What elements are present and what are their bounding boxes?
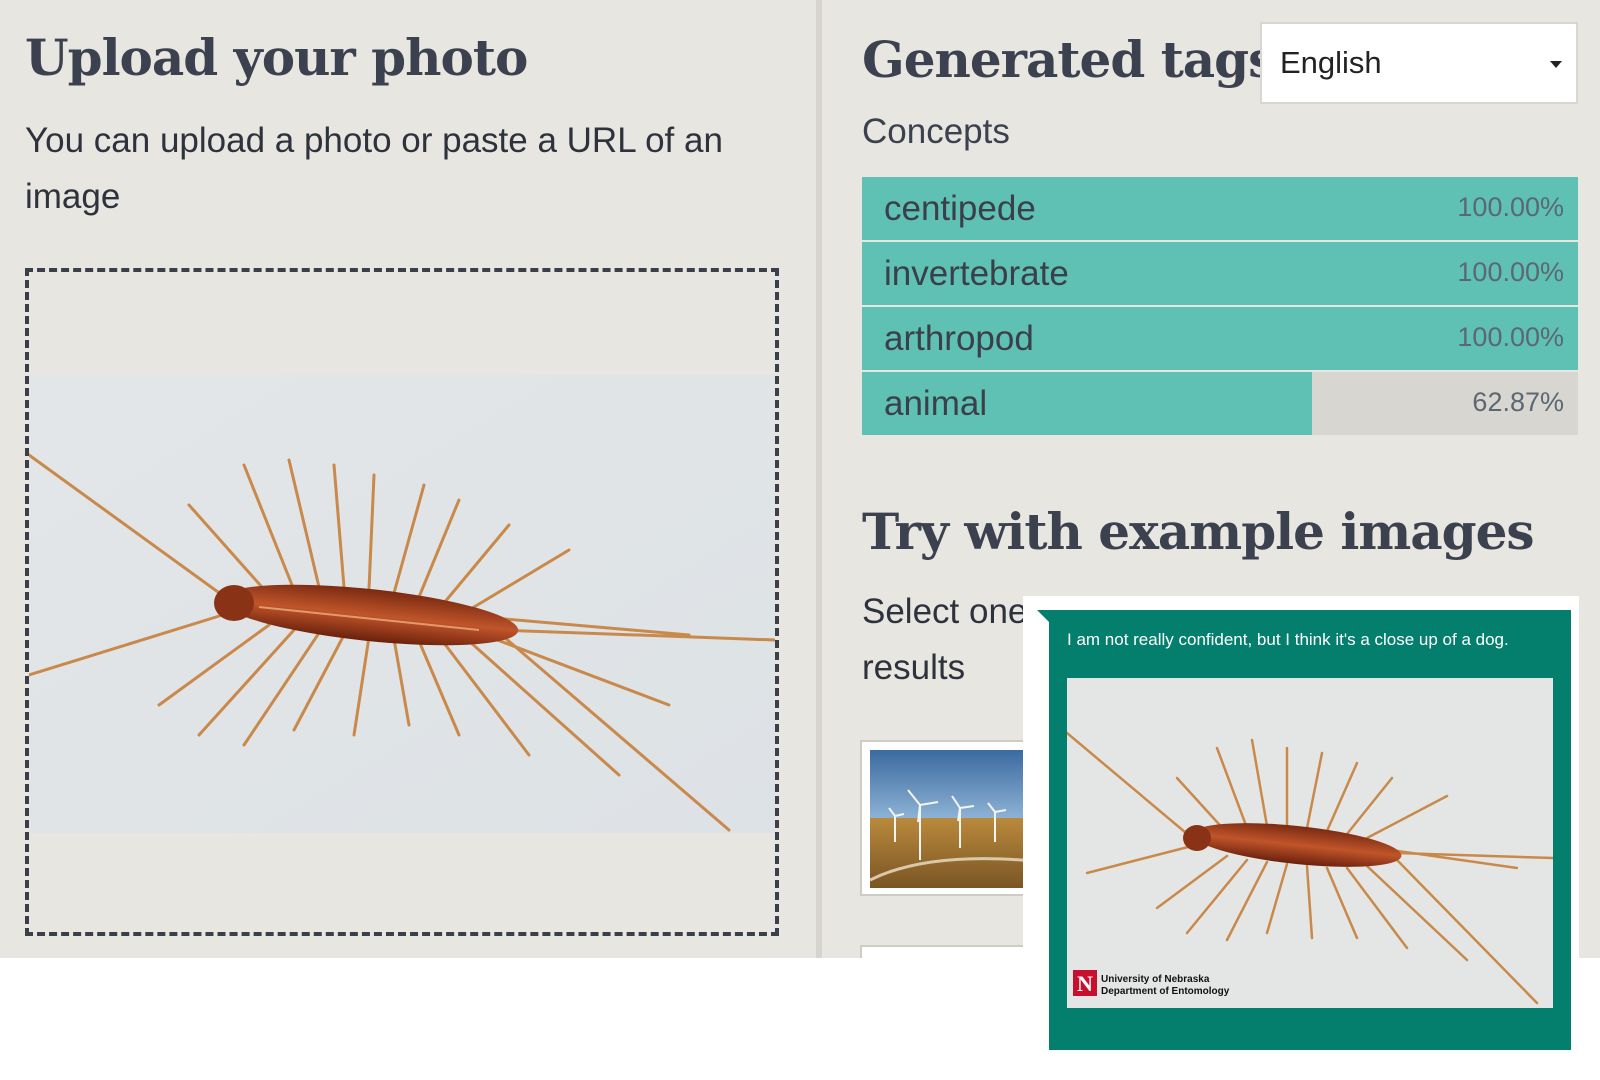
svg-text:N: N bbox=[1077, 971, 1093, 996]
concept-name: centipede bbox=[884, 189, 1036, 228]
upload-title: Upload your photo bbox=[25, 28, 528, 87]
concept-row: arthropod 100.00% bbox=[862, 307, 1578, 370]
concept-name: animal bbox=[884, 384, 988, 423]
example-image-wind-turbines[interactable] bbox=[860, 740, 1050, 896]
logo-line-2: Department of Entomology bbox=[1101, 986, 1230, 997]
uploaded-centipede-image bbox=[29, 375, 775, 833]
caption-centipede-image: N University of Nebraska Department of E… bbox=[1067, 678, 1553, 1008]
concept-list: centipede 100.00% invertebrate 100.00% a… bbox=[862, 177, 1578, 437]
concept-score: 100.00% bbox=[1457, 257, 1564, 287]
concept-score: 100.00% bbox=[1457, 322, 1564, 352]
concept-row: invertebrate 100.00% bbox=[862, 242, 1578, 305]
column-divider bbox=[816, 0, 822, 958]
concept-score: 100.00% bbox=[1457, 192, 1564, 222]
generated-tags-title: Generated tags bbox=[862, 30, 1276, 89]
concept-name: arthropod bbox=[884, 319, 1034, 358]
concept-row: centipede 100.00% bbox=[862, 177, 1578, 240]
wind-turbines-thumbnail bbox=[870, 750, 1044, 888]
example-image-2[interactable] bbox=[860, 945, 1050, 958]
concepts-label: Concepts bbox=[862, 112, 1010, 151]
caption-panel: I am not really confident, but I think i… bbox=[1049, 610, 1571, 1050]
concept-row: animal 62.87% bbox=[862, 372, 1578, 435]
examples-title: Try with example images bbox=[862, 502, 1535, 561]
logo-line-1: University of Nebraska bbox=[1101, 974, 1210, 985]
concept-score: 62.87% bbox=[1472, 387, 1564, 417]
upload-description: You can upload a photo or paste a URL of… bbox=[25, 121, 723, 216]
caption-popup: I am not really confident, but I think i… bbox=[1023, 596, 1579, 1058]
language-select-value: English bbox=[1280, 45, 1382, 80]
caption-text: I am not really confident, but I think i… bbox=[1067, 630, 1509, 649]
chevron-down-icon bbox=[1550, 61, 1562, 68]
language-select[interactable]: English bbox=[1260, 22, 1578, 104]
concept-name: invertebrate bbox=[884, 254, 1069, 293]
